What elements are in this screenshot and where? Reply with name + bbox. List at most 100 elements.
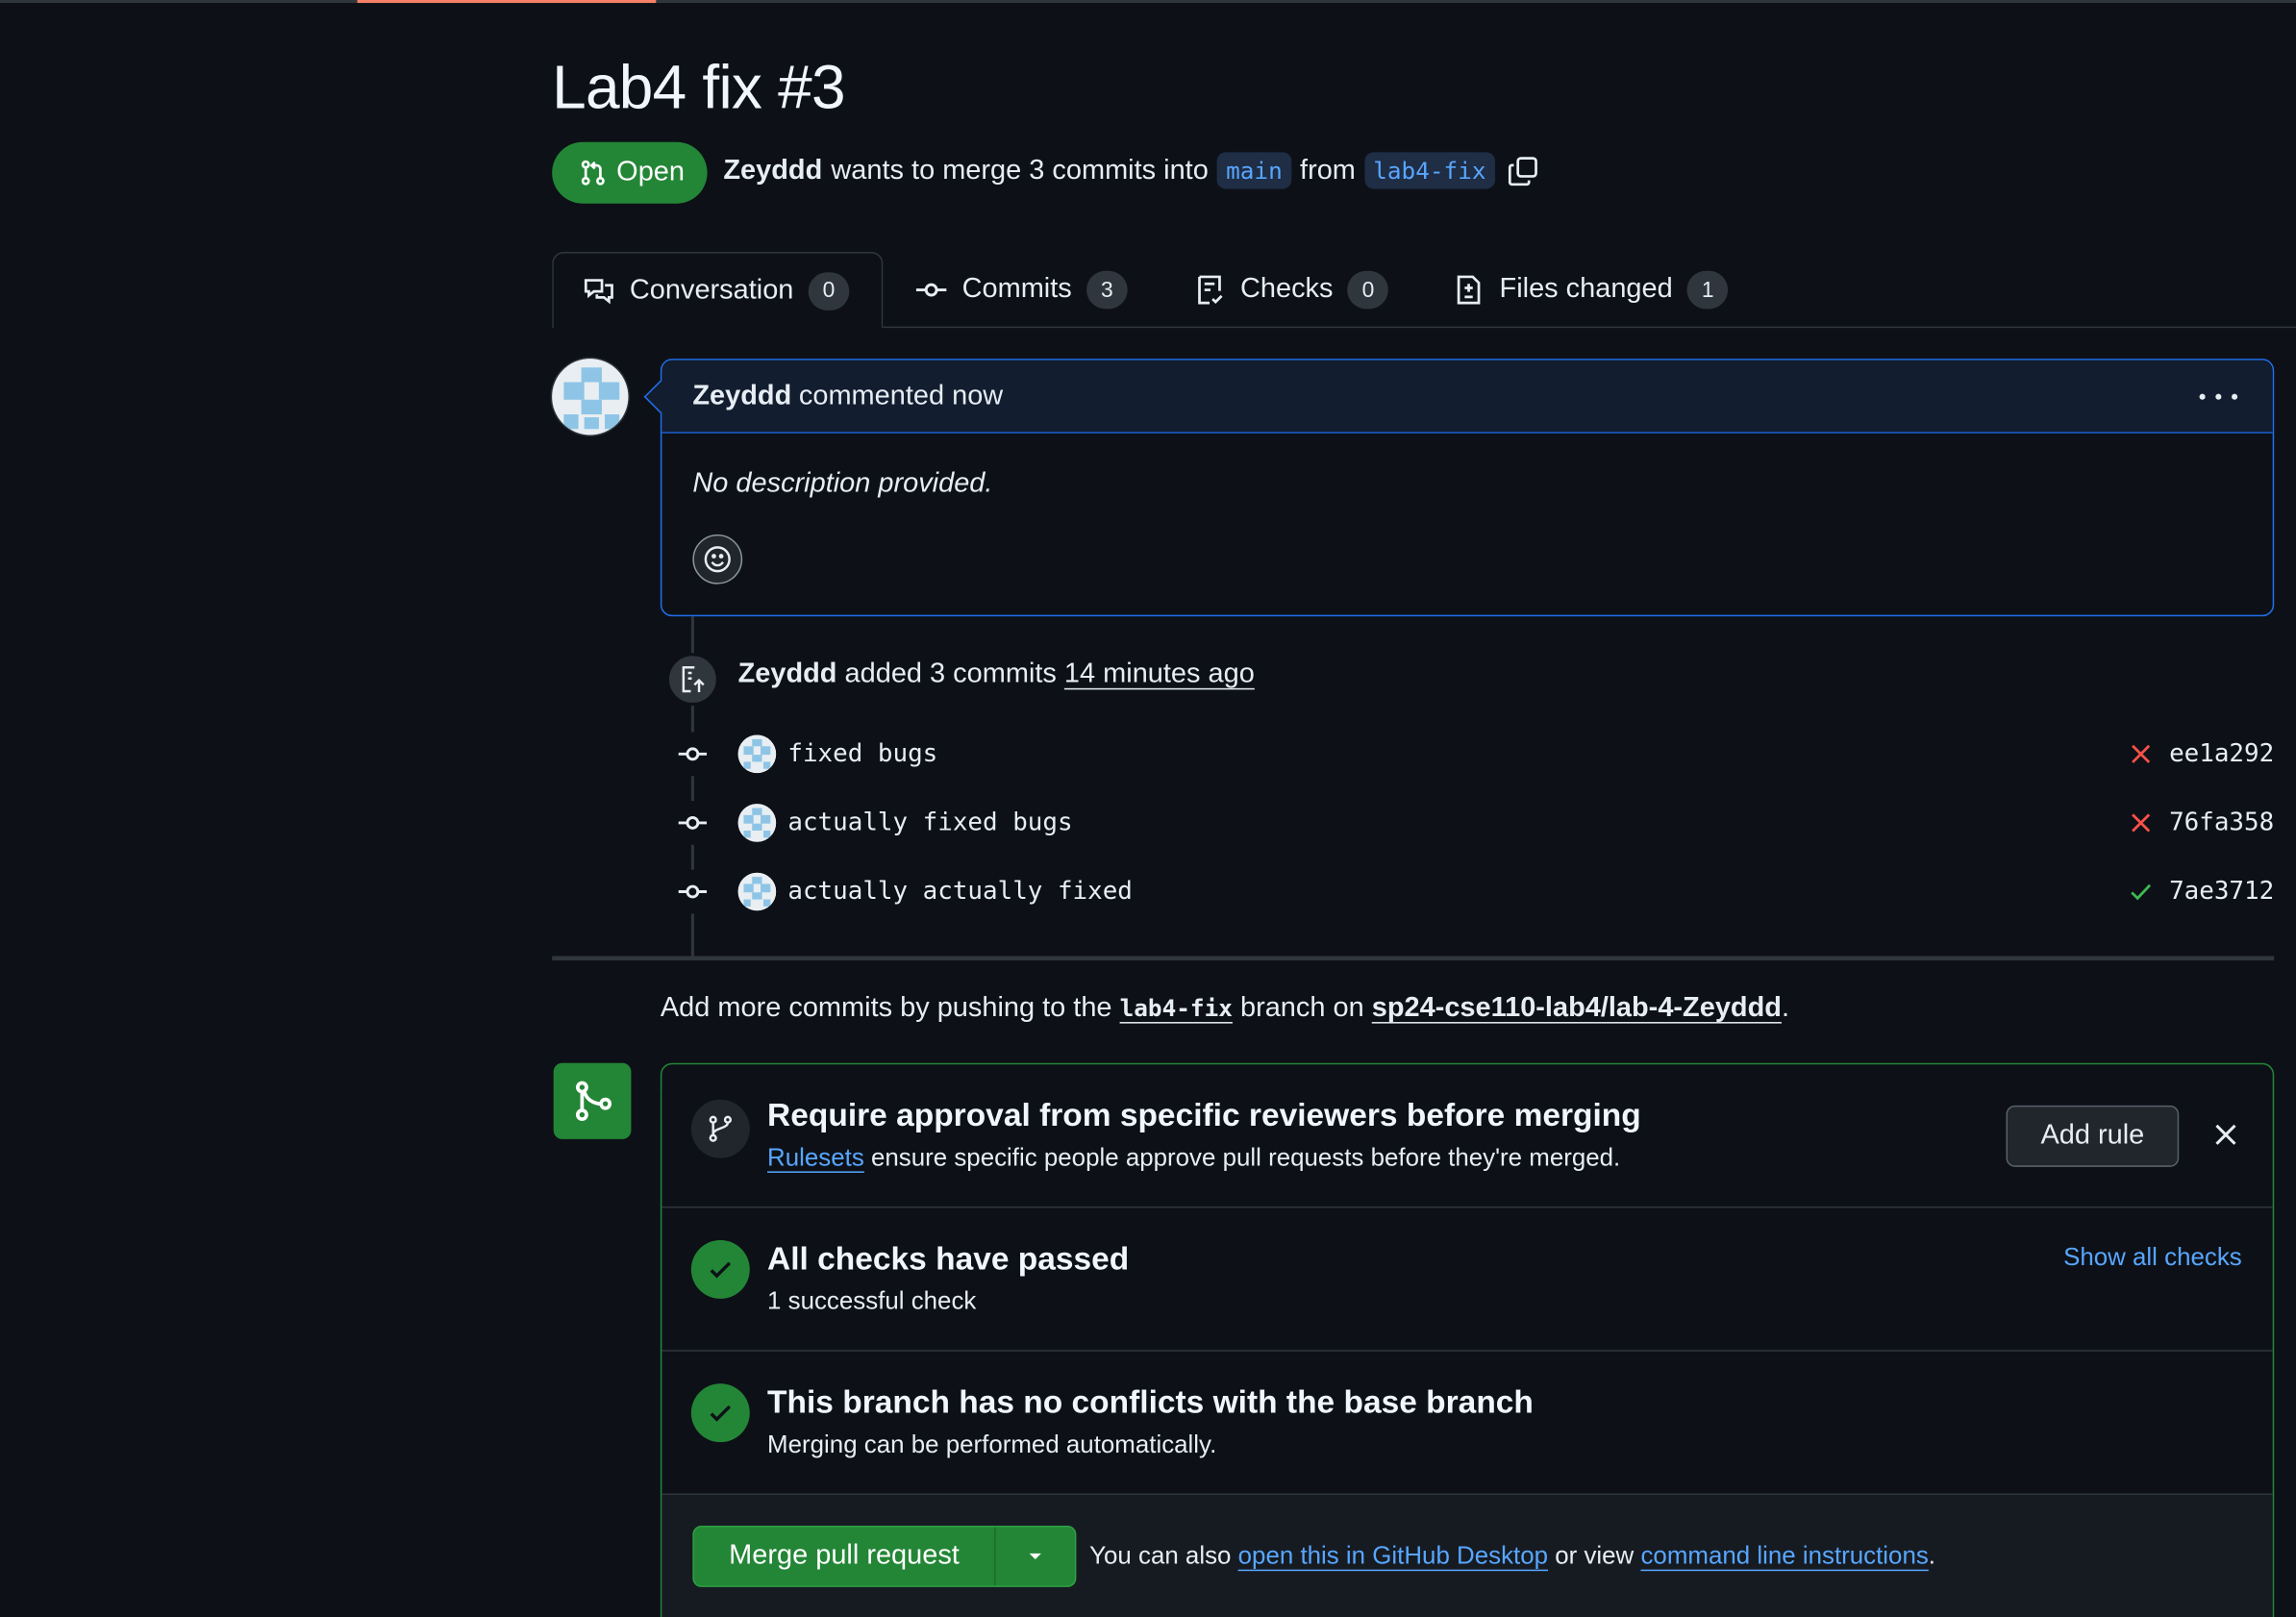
tab-conversation-count: 0 bbox=[808, 271, 850, 311]
add-rule-button[interactable]: Add rule bbox=[2006, 1105, 2180, 1167]
add-more-branch[interactable]: lab4-fix bbox=[1120, 994, 1233, 1022]
add-more-suffix: . bbox=[1781, 992, 1789, 1024]
repo-push-icon bbox=[665, 653, 719, 707]
commit-status: 7ae3712 bbox=[2128, 877, 2274, 907]
merge-alternatives: You can also open this in GitHub Desktop… bbox=[1089, 1542, 1935, 1571]
tab-checks-count: 0 bbox=[1347, 270, 1389, 310]
pr-author-link[interactable]: Zeyddd bbox=[723, 155, 822, 187]
check-circle-icon bbox=[690, 1239, 750, 1299]
smiley-icon bbox=[704, 546, 731, 573]
x-icon[interactable] bbox=[2128, 809, 2154, 835]
tab-commits-count: 3 bbox=[1086, 270, 1128, 310]
merge-footer: Merge pull request You can also open thi… bbox=[661, 1494, 2273, 1617]
tab-files-label: Files changed bbox=[1499, 273, 1673, 305]
ruleset-desc: ensure specific people approve pull requ… bbox=[870, 1143, 1621, 1172]
add-more-prefix: Add more commits by pushing to the bbox=[660, 992, 1112, 1024]
commit-message-link[interactable]: actually actually fixed bbox=[787, 877, 1133, 906]
commit-sha-link[interactable]: 76fa358 bbox=[2169, 808, 2274, 837]
kebab-menu-icon[interactable] bbox=[2199, 383, 2238, 411]
identicon bbox=[552, 359, 629, 435]
pr-description-comment: Zeyddd commented now No description prov… bbox=[643, 359, 2275, 617]
push-time[interactable]: 14 minutes ago bbox=[1064, 659, 1255, 689]
tab-files-changed[interactable]: Files changed 1 bbox=[1453, 252, 1729, 328]
comment-author[interactable]: Zeyddd bbox=[692, 380, 791, 412]
timeline-divider bbox=[552, 956, 2275, 961]
commit-row: fixed bugs ee1a292 bbox=[673, 732, 2274, 777]
push-action: added 3 commits bbox=[844, 659, 1057, 690]
copy-icon[interactable] bbox=[1507, 155, 1539, 187]
merge-note-suffix: . bbox=[1928, 1541, 1936, 1570]
tab-files-count: 1 bbox=[1686, 270, 1729, 310]
check-circle-icon bbox=[690, 1383, 750, 1443]
commit-row: actually fixed bugs 76fa358 bbox=[673, 801, 2274, 845]
push-event: Zeyddd added 3 commits 14 minutes ago bbox=[738, 659, 1255, 691]
base-branch[interactable]: main bbox=[1216, 152, 1291, 189]
merge-box: Require approval from specific reviewers… bbox=[660, 1062, 2275, 1617]
ruleset-title: Require approval from specific reviewers… bbox=[767, 1096, 1641, 1133]
tab-checks[interactable]: Checks 0 bbox=[1193, 252, 1389, 328]
commit-row: actually actually fixed 7ae3712 bbox=[673, 869, 2274, 914]
pr-state-label: Open bbox=[616, 156, 685, 187]
add-more-repo-link[interactable]: sp24-cse110-lab4/lab-4-Zeyddd bbox=[1372, 993, 1782, 1024]
rulesets-link[interactable]: Rulesets bbox=[767, 1143, 864, 1171]
commit-sha-link[interactable]: ee1a292 bbox=[2169, 739, 2274, 768]
check-icon[interactable] bbox=[2128, 879, 2154, 905]
page-title: Lab4 fix #3 bbox=[552, 52, 845, 122]
pr-tabs: Conversation 0 Commits 3 Checks 0 Files … bbox=[552, 251, 2296, 329]
close-icon[interactable] bbox=[2211, 1120, 2240, 1149]
file-diff-icon bbox=[1457, 275, 1481, 305]
checks-status: All checks have passed 1 successful chec… bbox=[661, 1207, 2273, 1352]
comment-header: Zeyddd commented now bbox=[661, 360, 2273, 434]
checks-title: All checks have passed bbox=[767, 1239, 1130, 1278]
merge-button-group: Merge pull request bbox=[692, 1525, 1077, 1587]
commit-message-link[interactable]: fixed bugs bbox=[787, 739, 937, 768]
show-all-checks-link[interactable]: Show all checks bbox=[2063, 1243, 2242, 1272]
git-commit-icon bbox=[915, 283, 947, 297]
x-icon[interactable] bbox=[2128, 741, 2154, 767]
top-nav-underline bbox=[0, 0, 2296, 4]
add-more-middle: branch on bbox=[1239, 992, 1364, 1024]
checklist-icon bbox=[1198, 275, 1223, 305]
head-branch[interactable]: lab4-fix bbox=[1364, 152, 1495, 189]
pr-meta-text: wants to merge 3 commits into bbox=[831, 154, 1209, 186]
pr-meta-from: from bbox=[1300, 154, 1356, 186]
tab-commits-label: Commits bbox=[961, 273, 1072, 305]
pr-state-badge: Open bbox=[552, 141, 708, 204]
commit-message-link[interactable]: actually fixed bugs bbox=[787, 808, 1072, 837]
merge-method-dropdown[interactable] bbox=[996, 1527, 1075, 1585]
conflicts-status: This branch has no conflicts with the ba… bbox=[661, 1352, 2273, 1495]
command-line-instructions-link[interactable]: command line instructions bbox=[1640, 1542, 1928, 1570]
checks-sub: 1 successful check bbox=[767, 1286, 977, 1315]
comment-body: No description provided. bbox=[692, 468, 993, 500]
commit-status: 76fa358 bbox=[2128, 808, 2274, 837]
push-author[interactable]: Zeyddd bbox=[738, 659, 837, 689]
commit-author-avatar[interactable] bbox=[737, 734, 777, 774]
comment-action: commented now bbox=[798, 380, 1004, 411]
git-pull-request-icon bbox=[581, 160, 605, 186]
active-nav-indicator bbox=[357, 0, 657, 4]
commit-author-avatar[interactable] bbox=[737, 872, 777, 911]
merge-pull-request-button[interactable]: Merge pull request bbox=[694, 1527, 996, 1586]
add-reaction-button[interactable] bbox=[692, 534, 743, 585]
commit-status: ee1a292 bbox=[2128, 739, 2274, 769]
merge-note-prefix: You can also bbox=[1089, 1541, 1232, 1570]
tab-conversation[interactable]: Conversation 0 bbox=[552, 251, 884, 329]
add-more-commits-hint: Add more commits by pushing to the lab4-… bbox=[661, 993, 1789, 1026]
git-merge-icon bbox=[553, 1062, 632, 1139]
git-commit-icon bbox=[673, 732, 712, 777]
git-commit-icon bbox=[673, 869, 712, 914]
ruleset-text: Rulesets ensure specific people approve … bbox=[767, 1143, 1620, 1172]
tab-commits[interactable]: Commits 3 bbox=[915, 252, 1128, 328]
open-github-desktop-link[interactable]: open this in GitHub Desktop bbox=[1238, 1542, 1548, 1570]
ruleset-suggestion: Require approval from specific reviewers… bbox=[661, 1064, 2273, 1208]
commit-author-avatar[interactable] bbox=[737, 804, 777, 842]
conflicts-sub: Merging can be performed automatically. bbox=[767, 1430, 1217, 1458]
tab-conversation-label: Conversation bbox=[629, 274, 794, 306]
triangle-down-icon bbox=[1029, 1553, 1041, 1559]
pr-meta: Zeyddd wants to merge 3 commits into mai… bbox=[723, 152, 1539, 189]
author-avatar[interactable] bbox=[550, 357, 630, 436]
conflicts-title: This branch has no conflicts with the ba… bbox=[767, 1383, 1534, 1421]
commit-sha-link[interactable]: 7ae3712 bbox=[2169, 877, 2274, 906]
merge-note-middle: or view bbox=[1555, 1541, 1635, 1570]
git-commit-icon bbox=[673, 801, 712, 845]
